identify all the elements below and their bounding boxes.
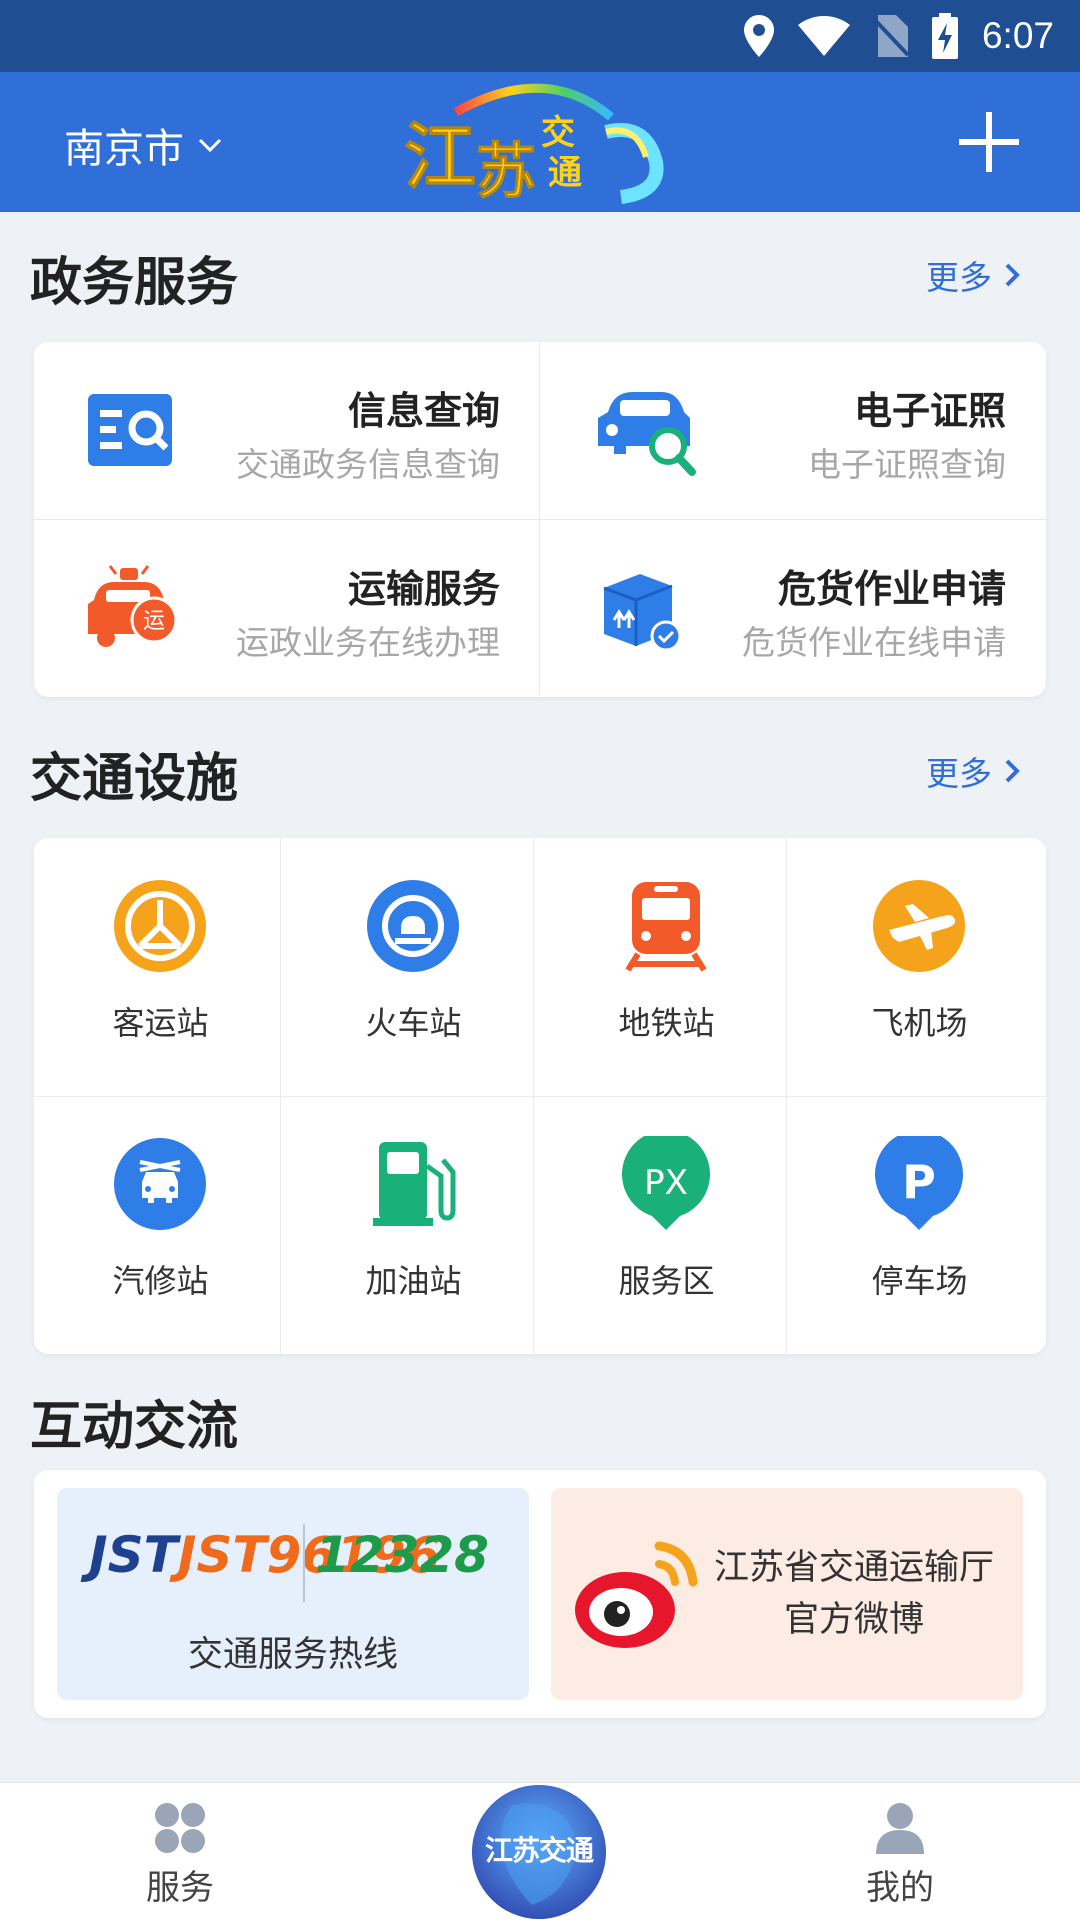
app-logo: 江 苏 交 通 (396, 72, 688, 212)
chevron-right-icon (1005, 263, 1020, 287)
svg-text:PX: PX (644, 1163, 688, 1203)
facility-gas-station[interactable]: 加油站 (287, 1096, 540, 1354)
facility-metro[interactable]: 地铁站 (540, 838, 793, 1096)
weibo-text: 江苏省交通运输厅 官方微博 (701, 1542, 1007, 1646)
more-label: 更多 (926, 754, 992, 793)
chevron-down-icon (198, 138, 222, 153)
item-subtitle: 电子证照查询 (808, 445, 1006, 484)
gov-more-link[interactable]: 更多 (926, 251, 1020, 299)
info-search-icon (88, 394, 172, 466)
tab-mine[interactable]: 我的 (800, 1782, 1000, 1920)
bus-station-icon (114, 880, 206, 972)
hotline-label: 交通服务热线 (187, 1635, 398, 1675)
item-title: 运输服务 (347, 567, 500, 611)
no-sim-icon (873, 15, 908, 57)
hotline-tile[interactable]: JSTJST96196 12328 交通服务热线 (57, 1488, 529, 1700)
item-subtitle: 交通政务信息查询 (236, 445, 500, 484)
gov-item-info-query[interactable]: 信息查询 交通政务信息查询 (34, 342, 540, 519)
facility-label: 火车站 (365, 1004, 462, 1042)
metro-icon (625, 882, 707, 972)
facility-service-area[interactable]: PX 服务区 (540, 1096, 793, 1354)
facility-label: 飞机场 (871, 1004, 968, 1042)
car-repair-icon (114, 1138, 206, 1230)
wifi-icon (797, 16, 850, 56)
more-label: 更多 (926, 258, 992, 297)
center-home-button[interactable]: 江苏交通 (472, 1785, 606, 1919)
svg-text:交: 交 (541, 113, 575, 153)
center-home-label: 江苏交通 (484, 1834, 594, 1867)
add-icon[interactable] (956, 102, 1022, 182)
services-grid-icon (155, 1803, 205, 1853)
gov-item-hazmat-application[interactable]: 危货作业申请 危货作业在线申请 (540, 520, 1046, 697)
facility-label: 地铁站 (618, 1004, 715, 1042)
item-title: 电子证照 (853, 389, 1006, 433)
location-icon (743, 15, 774, 57)
airport-icon (873, 880, 965, 972)
svg-text:苏: 苏 (476, 137, 536, 207)
bottom-nav: 服务 江苏交通 我的 (0, 1782, 1080, 1920)
item-title: 信息查询 (347, 389, 500, 433)
facility-parking[interactable]: P 停车场 (793, 1096, 1046, 1354)
facility-bus-station[interactable]: 客运站 (34, 838, 287, 1096)
gas-station-icon (373, 1142, 456, 1226)
weibo-tile[interactable]: 江苏省交通运输厅 官方微博 (551, 1488, 1023, 1700)
tab-services[interactable]: 服务 (80, 1782, 280, 1920)
parking-icon: P (875, 1136, 963, 1230)
svg-text:P: P (902, 1155, 936, 1209)
svg-text:运: 运 (143, 609, 165, 634)
city-selector[interactable]: 南京市 (64, 116, 222, 174)
facility-label: 停车场 (871, 1262, 968, 1300)
facilities-card: 客运站 火车站 地铁站 飞机场 汽修站 加油站 PX 服务区 P 停车场 (34, 838, 1046, 1354)
interact-card: JSTJST96196 12328 交通服务热线 江苏省交通运输厅 官方微博 (34, 1470, 1046, 1718)
facility-label: 加油站 (365, 1262, 462, 1300)
tab-services-label: 服务 (146, 1868, 214, 1908)
car-search-icon (598, 392, 696, 476)
weibo-icon (575, 1541, 698, 1648)
gov-item-transport-service[interactable]: 运 运输服务 运政业务在线办理 (34, 520, 540, 697)
transport-car-icon: 运 (88, 565, 178, 647)
gov-item-e-license[interactable]: 电子证照 电子证照查询 (540, 342, 1046, 519)
chevron-right-icon (1005, 759, 1020, 783)
divider (303, 1524, 305, 1602)
app-header: 南京市 江 苏 交 通 (0, 72, 1080, 212)
facility-label: 服务区 (618, 1262, 715, 1300)
svg-text:江: 江 (404, 114, 476, 199)
facility-label: 汽修站 (112, 1262, 209, 1300)
clock: 6:07 (981, 15, 1054, 56)
gov-services-card: 信息查询 交通政务信息查询 电子证照 电子证照查询 运 运输服务 运政业务在线办… (34, 342, 1046, 697)
item-subtitle: 运政业务在线办理 (236, 623, 500, 662)
tab-mine-label: 我的 (866, 1868, 934, 1908)
item-subtitle: 危货作业在线申请 (742, 623, 1006, 662)
svg-text:通: 通 (548, 153, 582, 193)
facility-label: 客运站 (112, 1004, 209, 1042)
status-bar: 6:07 (0, 0, 1080, 72)
facility-airport[interactable]: 飞机场 (793, 838, 1046, 1096)
hazmat-box-icon (603, 574, 682, 652)
facility-car-repair[interactable]: 汽修站 (34, 1096, 287, 1354)
train-station-icon (367, 880, 459, 972)
city-label: 南京市 (64, 126, 184, 172)
weibo-line2: 官方微博 (783, 1600, 924, 1640)
item-title: 危货作业申请 (777, 567, 1006, 611)
user-icon (876, 1803, 924, 1854)
facility-train-station[interactable]: 火车站 (287, 838, 540, 1096)
facilities-more-link[interactable]: 更多 (926, 747, 1020, 795)
weibo-line1: 江苏省交通运输厅 (713, 1548, 994, 1588)
gov-section-title: 政务服务 (30, 253, 239, 313)
battery-charging-icon (931, 13, 958, 59)
service-area-icon: PX (622, 1136, 710, 1230)
hotline-logo-right: 12328 (315, 1526, 489, 1584)
interact-section-title: 互动交流 (30, 1397, 239, 1457)
facilities-section-title: 交通设施 (30, 749, 239, 809)
